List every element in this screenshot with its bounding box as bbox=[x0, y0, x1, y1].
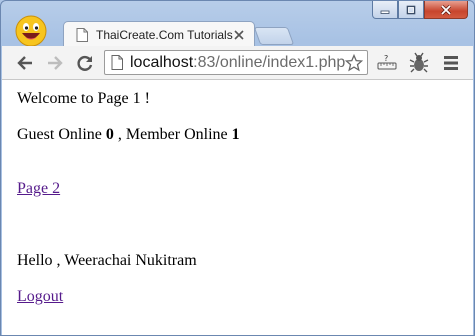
back-arrow-icon[interactable] bbox=[16, 54, 34, 72]
tab-title: ThaiCreate.Com Tutorials bbox=[96, 27, 233, 42]
page2-link[interactable]: Page 2 bbox=[17, 180, 60, 197]
member-online-label: , Member Online bbox=[113, 126, 232, 143]
minimize-icon bbox=[380, 10, 390, 14]
tab-close-icon[interactable] bbox=[234, 30, 244, 40]
tab-thaicreate[interactable]: ThaiCreate.Com Tutorials bbox=[63, 21, 255, 47]
browser-window: ThaiCreate.Com Tutorials localhost:83/on… bbox=[0, 0, 475, 336]
bookmark-star-icon[interactable] bbox=[345, 54, 363, 72]
guest-online-count: 0 bbox=[105, 126, 114, 143]
close-window-button[interactable] bbox=[424, 1, 468, 19]
maximize-icon bbox=[406, 5, 416, 14]
url-host: localhost bbox=[130, 53, 194, 71]
url-path: :83/online/index1.php bbox=[193, 53, 346, 71]
address-bar[interactable]: localhost:83/online/index1.php bbox=[104, 50, 368, 75]
extension-bug-icon[interactable] bbox=[408, 52, 430, 74]
page2-paragraph: Page 2 bbox=[17, 180, 60, 198]
online-status: Guest Online 0 , Member Online 1 bbox=[17, 126, 240, 144]
forward-arrow-icon[interactable] bbox=[46, 54, 64, 72]
logout-paragraph: Logout bbox=[17, 288, 63, 306]
page-icon bbox=[76, 27, 88, 42]
member-online-count: 1 bbox=[231, 126, 240, 143]
page-icon bbox=[111, 55, 123, 70]
hello-text: Hello , Weerachai Nukitram bbox=[17, 252, 197, 269]
extension-help-icon[interactable]: ? bbox=[376, 53, 398, 71]
welcome-text: Welcome to Page 1 ! bbox=[17, 90, 150, 107]
maximize-button[interactable] bbox=[398, 1, 424, 19]
url-text[interactable]: localhost:83/online/index1.php bbox=[130, 54, 345, 72]
minimize-button[interactable] bbox=[372, 1, 398, 19]
window-controls bbox=[372, 1, 468, 21]
reload-icon[interactable] bbox=[76, 54, 94, 72]
close-icon bbox=[440, 4, 452, 15]
svg-text:?: ? bbox=[384, 54, 388, 63]
logout-link[interactable]: Logout bbox=[17, 288, 63, 305]
new-tab-button[interactable] bbox=[253, 27, 295, 45]
toolbar: localhost:83/online/index1.php ? bbox=[2, 46, 473, 80]
page-content: Welcome to Page 1 ! Guest Online 0 , Mem… bbox=[2, 80, 473, 335]
profile-avatar-icon[interactable] bbox=[15, 15, 47, 47]
guest-online-label: Guest Online bbox=[17, 126, 106, 143]
menu-icon[interactable] bbox=[444, 55, 458, 71]
